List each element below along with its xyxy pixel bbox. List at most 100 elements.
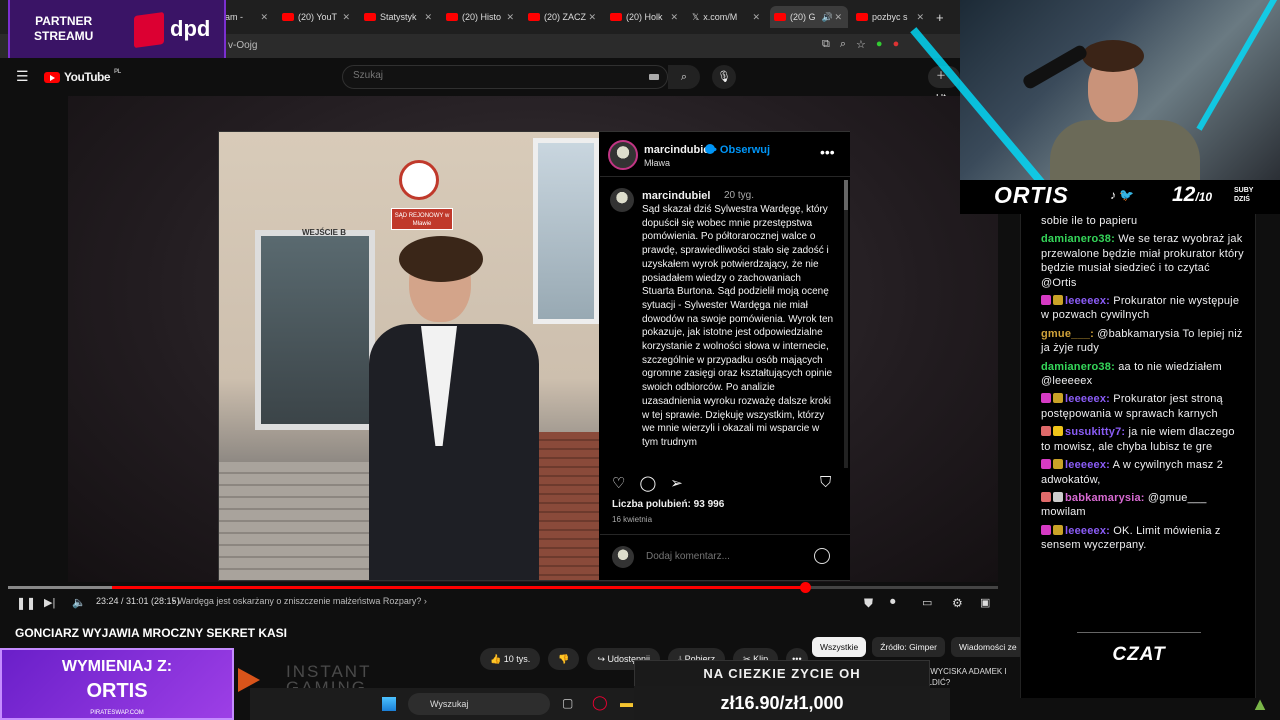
bookmark-save-icon[interactable]: ⛉ [820, 474, 831, 491]
chat-username[interactable]: babkamarysia: [1065, 492, 1145, 504]
tab-label: (20) G [790, 12, 816, 22]
volume-icon[interactable]: 🔈 [72, 596, 86, 609]
opera-browser-icon[interactable]: ◯ [592, 694, 608, 711]
settings-gear-icon[interactable]: ⚙ [952, 596, 963, 610]
post-username[interactable]: marcindubiel [644, 144, 712, 156]
share-send-icon[interactable]: ➢ [670, 474, 683, 492]
caption-username[interactable]: marcindubiel [642, 190, 710, 202]
youtube-favicon-icon [364, 13, 376, 21]
next-icon[interactable]: ▶| [44, 596, 55, 609]
streamer-brand-bar: ORTIS ♪ 🐦 12/10 SUBY DZIŚ [960, 180, 1280, 214]
close-tab-icon[interactable]: ✕ [506, 12, 514, 23]
sub-label-line1: SUBY [1234, 187, 1254, 194]
youtube-favicon-icon [774, 13, 786, 21]
search-input[interactable] [353, 70, 633, 81]
thumbs-down-icon: 👎 [558, 654, 570, 664]
task-view-icon[interactable]: ▢ [562, 696, 573, 710]
chat-username[interactable]: damianero38: [1041, 361, 1115, 373]
like-button[interactable]: 👍 10 tys. [480, 648, 541, 670]
sponsor-shield-icon[interactable]: ⛊ [864, 596, 873, 611]
file-explorer-icon[interactable]: ▬ [620, 695, 633, 710]
sub-label-line2: DZIŚ [1234, 196, 1250, 203]
close-tab-icon[interactable]: ✕ [588, 12, 596, 23]
chat-badge-icon [1053, 459, 1063, 470]
caption-scrollbar[interactable] [844, 180, 848, 468]
chat-username[interactable]: damianero38: [1041, 233, 1115, 245]
chat-badge-icon [1053, 393, 1063, 404]
chat-badge-icon [1053, 491, 1063, 502]
chapter-title[interactable]: • Wardęga jest oskarżany o zniszczenie m… [172, 596, 427, 606]
browser-tab[interactable]: (20) YouT ✕ [278, 6, 356, 28]
browser-tab[interactable]: (20) ZACZ ✕ [524, 6, 602, 28]
post-date: 16 kwietnia [612, 515, 653, 524]
more-options-icon[interactable]: ••• [820, 144, 835, 160]
chat-username[interactable]: leeeeex: [1065, 459, 1110, 471]
chat-username[interactable]: leeeeex: [1065, 393, 1110, 405]
close-tab-icon[interactable]: ✕ [260, 12, 268, 23]
comment-icon[interactable]: ◯ [639, 474, 656, 492]
chip-source[interactable]: Źródło: Gimper [872, 637, 945, 657]
taskbar-search[interactable]: Wyszukaj [408, 693, 550, 715]
scroll-thumb[interactable] [844, 180, 848, 210]
chat-username[interactable]: leeeeex: [1065, 525, 1110, 537]
browser-tab-active[interactable]: (20) G 🔊 ✕ [770, 6, 848, 28]
progress-bar[interactable] [8, 582, 998, 593]
post-location[interactable]: Mława [644, 158, 670, 168]
browser-tab[interactable]: (20) Histo ✕ [442, 6, 520, 28]
hamburger-menu-icon[interactable]: ☰ [16, 68, 29, 85]
comment-input[interactable] [646, 551, 806, 562]
youtube-logo[interactable]: YouTube PL [44, 69, 121, 84]
browser-tab[interactable]: Statystyk ✕ [360, 6, 438, 28]
likes-count[interactable]: Liczba polubień: 93 996 [612, 499, 724, 510]
youtube-favicon-icon [856, 13, 868, 21]
chat-username[interactable]: susukitty7: [1065, 426, 1125, 438]
tab-label: (20) Histo [462, 12, 502, 22]
speaker-icon[interactable]: 🔊 [822, 12, 833, 23]
close-tab-icon[interactable]: ✕ [752, 12, 760, 23]
new-tab-button[interactable]: + [932, 6, 952, 28]
caption-avatar[interactable] [610, 188, 634, 212]
follow-button[interactable]: • Obserwuj [713, 144, 770, 156]
chat-divider [1077, 632, 1201, 633]
chat-username[interactable]: gmue___: [1041, 328, 1094, 340]
install-app-icon[interactable]: ⧉ [822, 38, 830, 51]
partner-line1: PARTNER [35, 14, 93, 28]
keyboard-icon[interactable] [649, 74, 659, 80]
search-button[interactable]: ⌕ [668, 65, 700, 89]
emoji-icon[interactable] [814, 548, 830, 564]
dislike-button[interactable]: 👎 [548, 648, 580, 670]
voice-search-button[interactable]: 🎙 [712, 65, 736, 89]
close-tab-icon[interactable]: ✕ [424, 12, 432, 23]
miniplayer-icon[interactable]: ▣ [980, 596, 990, 609]
autoplay-toggle-icon[interactable]: ⏺ [890, 596, 896, 609]
related-video-title[interactable]: ILE WYCISKA ADAMEK I SOLDIĆ? [916, 666, 1012, 688]
close-tab-icon[interactable]: ✕ [342, 12, 350, 23]
like-heart-icon[interactable]: ♡ [612, 474, 625, 492]
youtube-favicon-icon [446, 13, 458, 21]
chip-all[interactable]: Wszystkie [812, 637, 867, 657]
bookmark-star-icon[interactable]: ☆ [856, 38, 866, 51]
chat-username[interactable]: leeeeex: [1065, 295, 1110, 307]
youtube-play-icon [44, 71, 60, 83]
pause-icon[interactable]: ❚❚ [16, 596, 36, 610]
zoom-icon[interactable]: ⌕ [840, 38, 846, 51]
close-tab-icon[interactable]: ✕ [834, 12, 842, 23]
url-text[interactable]: v-Oojg [228, 40, 257, 51]
close-tab-icon[interactable]: ✕ [916, 12, 924, 23]
close-tab-icon[interactable]: ✕ [670, 12, 678, 23]
subtitles-icon[interactable]: ▭ [922, 596, 932, 609]
browser-tab[interactable]: 𝕏x.com/M ✕ [688, 6, 766, 28]
streamer-name: ORTIS [994, 182, 1069, 208]
browser-tab[interactable]: pozbyc s ✕ [852, 6, 930, 28]
extension-icon[interactable]: ● [893, 38, 900, 51]
tab-label: pozbyc s [872, 12, 908, 22]
browser-tab[interactable]: (20) Holk ✕ [606, 6, 684, 28]
chip-news[interactable]: Wiadomości ze [950, 637, 1025, 657]
progress-scrubber[interactable] [799, 582, 811, 593]
thumbs-up-icon: 👍 [490, 654, 502, 664]
chat-message: damianero38: We se teraz wyobraż jak prz… [1021, 232, 1257, 290]
windows-start-icon[interactable] [382, 697, 396, 711]
profile-avatar[interactable] [608, 140, 638, 170]
extension-icon[interactable]: ● [876, 38, 883, 51]
related-filter-chips: Wszystkie Źródło: Gimper Wiadomości ze [812, 637, 1025, 657]
